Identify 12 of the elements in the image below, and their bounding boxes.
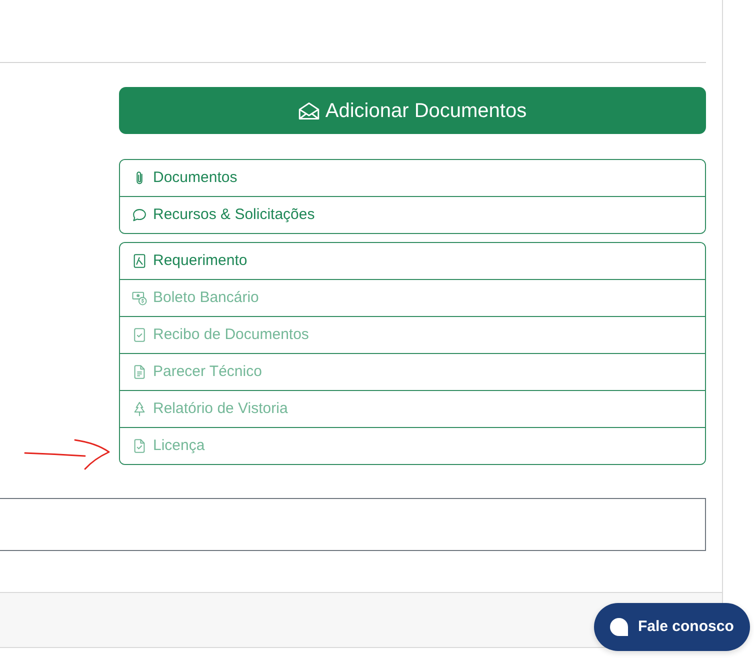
tree-icon: [132, 401, 147, 417]
check-file-icon: [132, 438, 147, 454]
pdf-file-icon: [132, 253, 147, 269]
speech-bubble-icon: [610, 618, 628, 636]
envelope-icon: [298, 100, 320, 120]
chat-button[interactable]: Fale conosco: [594, 603, 750, 651]
cash-coin-icon: [132, 290, 147, 306]
speech-bubble-icon: [132, 207, 147, 223]
check-document-icon: [132, 327, 147, 343]
menu-item[interactable]: Recursos & Solicitações: [120, 196, 705, 233]
text-document-icon: [132, 364, 147, 380]
add-documents-button[interactable]: Adicionar Documentos: [119, 87, 706, 134]
